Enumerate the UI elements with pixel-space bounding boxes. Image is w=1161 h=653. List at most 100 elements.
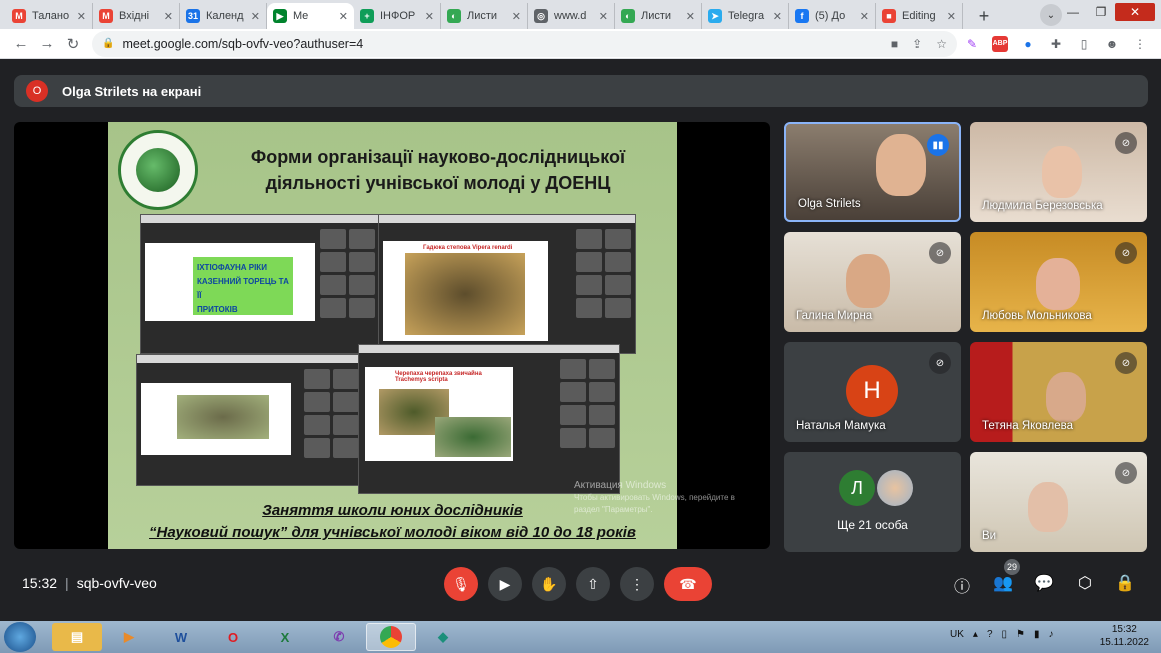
- meeting-details-icon[interactable]: ⓘ: [951, 573, 973, 597]
- adblock-extension-icon[interactable]: ABP: [987, 31, 1013, 57]
- browser-tab[interactable]: + ІНФОР ✕: [354, 3, 441, 29]
- presenter-avatar: O: [26, 80, 48, 102]
- extensions-puzzle-icon[interactable]: ✚: [1043, 31, 1069, 57]
- media-player-icon[interactable]: ▶: [104, 623, 154, 651]
- camera-toggle-button[interactable]: ▶: [488, 567, 522, 601]
- help-icon[interactable]: ?: [987, 629, 993, 640]
- camera-icon[interactable]: ■: [891, 37, 898, 51]
- slide-title-line2: діяльності учнівської молоді у ДОЕНЦ: [265, 173, 611, 193]
- taskbar-time: 15:32: [1111, 624, 1137, 635]
- activities-icon[interactable]: ⬡: [1074, 573, 1096, 593]
- tab-close-icon[interactable]: ✕: [947, 10, 956, 23]
- extension-blue-icon[interactable]: ●: [1015, 31, 1041, 57]
- tab-close-icon[interactable]: ✕: [599, 10, 608, 23]
- turtle-caption-line2: Trachemys scripta: [395, 377, 448, 383]
- maximize-icon[interactable]: ❐: [1087, 3, 1115, 21]
- tab-close-icon[interactable]: ✕: [773, 10, 782, 23]
- host-controls-icon[interactable]: 🔒: [1114, 573, 1136, 593]
- lock-icon[interactable]: 🔒: [102, 38, 114, 49]
- tab-favicon-icon: 31: [186, 9, 200, 23]
- tray-chevron-icon[interactable]: ▴: [973, 629, 978, 640]
- participant-tile-natalia[interactable]: Н ⊘ Наталья Мамука: [784, 342, 961, 442]
- browser-tab[interactable]: ◎ www.d ✕: [528, 3, 615, 29]
- presentation-stage[interactable]: Форми організації науково-дослідницької …: [14, 122, 770, 549]
- new-tab-button[interactable]: +: [971, 3, 997, 29]
- tab-title: Вхідні: [119, 10, 150, 22]
- tab-close-icon[interactable]: ✕: [339, 10, 348, 23]
- browser-tab[interactable]: ▶ Me ✕: [267, 3, 354, 29]
- participant-tile-liubov[interactable]: ⊘ Любовь Мольникова: [970, 232, 1147, 332]
- participant-avatar-photo: [877, 470, 913, 506]
- participant-name: Наталья Мамука: [796, 420, 886, 432]
- signal-icon[interactable]: ▮: [1034, 629, 1040, 640]
- speaking-indicator-icon: ▮▮: [927, 134, 949, 156]
- sidebar-icon[interactable]: ▯: [1071, 31, 1097, 57]
- back-icon[interactable]: ←: [8, 31, 34, 57]
- participant-tile-liudmyla[interactable]: ⊘ Людмила Березовська: [970, 122, 1147, 222]
- more-participants-tile[interactable]: Л Ще 21 особа: [784, 452, 961, 552]
- present-screen-button[interactable]: ⇧: [576, 567, 610, 601]
- network-icon[interactable]: ▯: [1002, 629, 1008, 640]
- participant-tile-halyna[interactable]: ⊘ Галина Мирна: [784, 232, 961, 332]
- chrome-menu-icon[interactable]: ⋮: [1127, 31, 1153, 57]
- tab-close-icon[interactable]: ✕: [251, 10, 260, 23]
- collage-screenshot-1: ІХТІОФАУНА РІКИ КАЗЕННИЙ ТОРЕЦЬ ТА ЇЇ ПР…: [140, 214, 380, 354]
- tab-close-icon[interactable]: ✕: [512, 10, 521, 23]
- url-text: meet.google.com/sqb-ovfv-veo?authuser=4: [122, 36, 364, 51]
- excel-icon[interactable]: X: [260, 623, 310, 651]
- browser-tab[interactable]: M Вхідні ✕: [93, 3, 180, 29]
- system-tray: UK ▴ ? ▯ ⚑ ▮ ♪: [950, 629, 1054, 640]
- tab-title: (5) До: [815, 10, 846, 22]
- tab-title: Me: [293, 10, 309, 22]
- reload-icon[interactable]: ↻: [60, 31, 86, 57]
- tab-close-icon[interactable]: ✕: [77, 10, 86, 23]
- chat-icon[interactable]: 💬: [1033, 573, 1055, 593]
- tab-title: www.d: [554, 10, 587, 22]
- address-bar[interactable]: 🔒 meet.google.com/sqb-ovfv-veo?authuser=…: [92, 30, 957, 57]
- browser-tab[interactable]: M Талано ✕: [6, 3, 93, 29]
- browser-tab[interactable]: f (5) До ✕: [789, 3, 876, 29]
- tab-close-icon[interactable]: ✕: [860, 10, 869, 23]
- tab-title: ІНФОР: [380, 10, 416, 22]
- more-options-button[interactable]: ⋮: [620, 567, 654, 601]
- volume-icon[interactable]: ♪: [1049, 629, 1054, 640]
- participant-tile-self[interactable]: ⊘ Ви: [970, 452, 1147, 552]
- mic-toggle-button[interactable]: 🎙: [444, 567, 478, 601]
- start-button-icon[interactable]: [4, 622, 36, 652]
- tab-title: Листи: [467, 10, 498, 22]
- taskbar-clock[interactable]: 15:32 15.11.2022: [1100, 623, 1149, 649]
- browser-tab[interactable]: ◐ Листи ✕: [441, 3, 528, 29]
- browser-tab[interactable]: ➤ Telegra ✕: [702, 3, 789, 29]
- file-explorer-icon[interactable]: ▤: [52, 623, 102, 651]
- forward-icon[interactable]: →: [34, 31, 60, 57]
- app-icon[interactable]: ◆: [418, 623, 468, 651]
- pen-extension-icon[interactable]: ✎: [959, 31, 985, 57]
- word-icon[interactable]: W: [156, 623, 206, 651]
- tab-close-icon[interactable]: ✕: [164, 10, 173, 23]
- participant-tile-olga[interactable]: ▮▮ Olga Strilets: [784, 122, 961, 222]
- tab-close-icon[interactable]: ✕: [425, 10, 434, 23]
- browser-tab[interactable]: 31 Календ ✕: [180, 3, 267, 29]
- close-window-icon[interactable]: ✕: [1115, 3, 1155, 21]
- tab-favicon-icon: ◐: [447, 9, 461, 23]
- opera-icon[interactable]: O: [208, 623, 258, 651]
- chrome-icon[interactable]: [366, 623, 416, 651]
- browser-tab[interactable]: ◐ Листи ✕: [615, 3, 702, 29]
- slide-title: Форми організації науково-дослідницької …: [208, 144, 668, 196]
- flag-icon[interactable]: ⚑: [1016, 629, 1025, 640]
- raise-hand-button[interactable]: ✋: [532, 567, 566, 601]
- participant-count-badge: 29: [1004, 559, 1020, 575]
- minimize-icon[interactable]: —: [1059, 3, 1087, 21]
- people-icon[interactable]: 👥: [992, 573, 1014, 593]
- profile-avatar-icon[interactable]: ☻: [1099, 31, 1125, 57]
- language-indicator[interactable]: UK: [950, 629, 964, 640]
- share-icon[interactable]: ⇪: [912, 37, 922, 51]
- viber-icon[interactable]: ✆: [314, 623, 364, 651]
- bookmark-star-icon[interactable]: ☆: [936, 37, 947, 51]
- tab-close-icon[interactable]: ✕: [686, 10, 695, 23]
- participant-tile-tetiana[interactable]: ⊘ Тетяна Яковлева: [970, 342, 1147, 442]
- taskbar-date: 15.11.2022: [1099, 637, 1149, 648]
- browser-tab[interactable]: ■ Editing ✕: [876, 3, 963, 29]
- watermark-line1: Активация Windows: [574, 480, 667, 491]
- leave-call-button[interactable]: ☎: [664, 567, 712, 601]
